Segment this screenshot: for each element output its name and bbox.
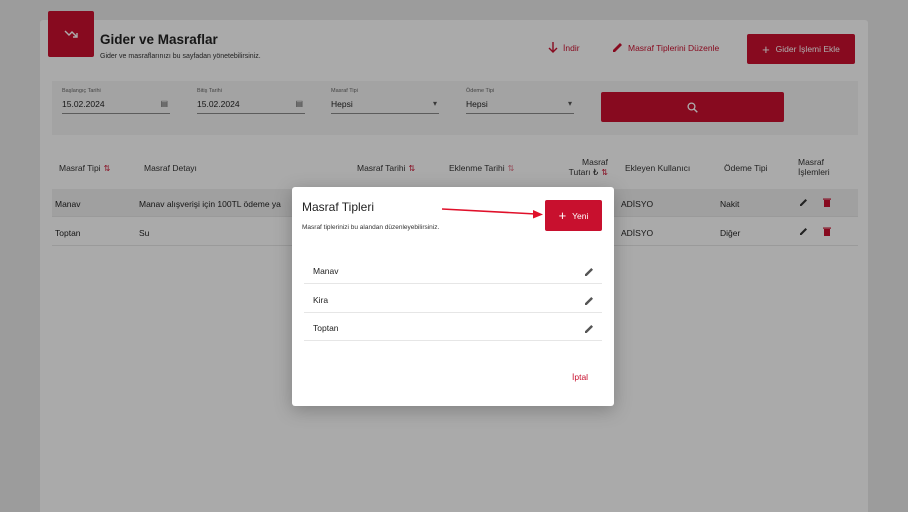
type-name: Manav (313, 266, 339, 276)
pencil-icon[interactable] (584, 321, 594, 339)
pencil-icon[interactable] (584, 264, 594, 282)
list-item: Toptan (304, 313, 602, 341)
type-name: Kira (313, 295, 329, 305)
type-name: Toptan (313, 323, 339, 333)
pencil-icon[interactable] (584, 293, 594, 311)
modal-title: Masraf Tipleri (302, 200, 375, 214)
plus-icon: + (558, 208, 567, 223)
modal-subtitle: Masraf tiplerinizi bu alandan düzenleyeb… (302, 224, 440, 231)
expense-types-modal: Masraf Tipleri Masraf tiplerinizi bu ala… (292, 187, 614, 406)
list-item: Kira (304, 285, 602, 313)
new-type-label: Yeni (572, 210, 589, 221)
list-item: Manav (304, 256, 602, 284)
new-type-button[interactable]: + Yeni (545, 200, 602, 231)
cancel-button[interactable]: İptal (572, 372, 588, 382)
